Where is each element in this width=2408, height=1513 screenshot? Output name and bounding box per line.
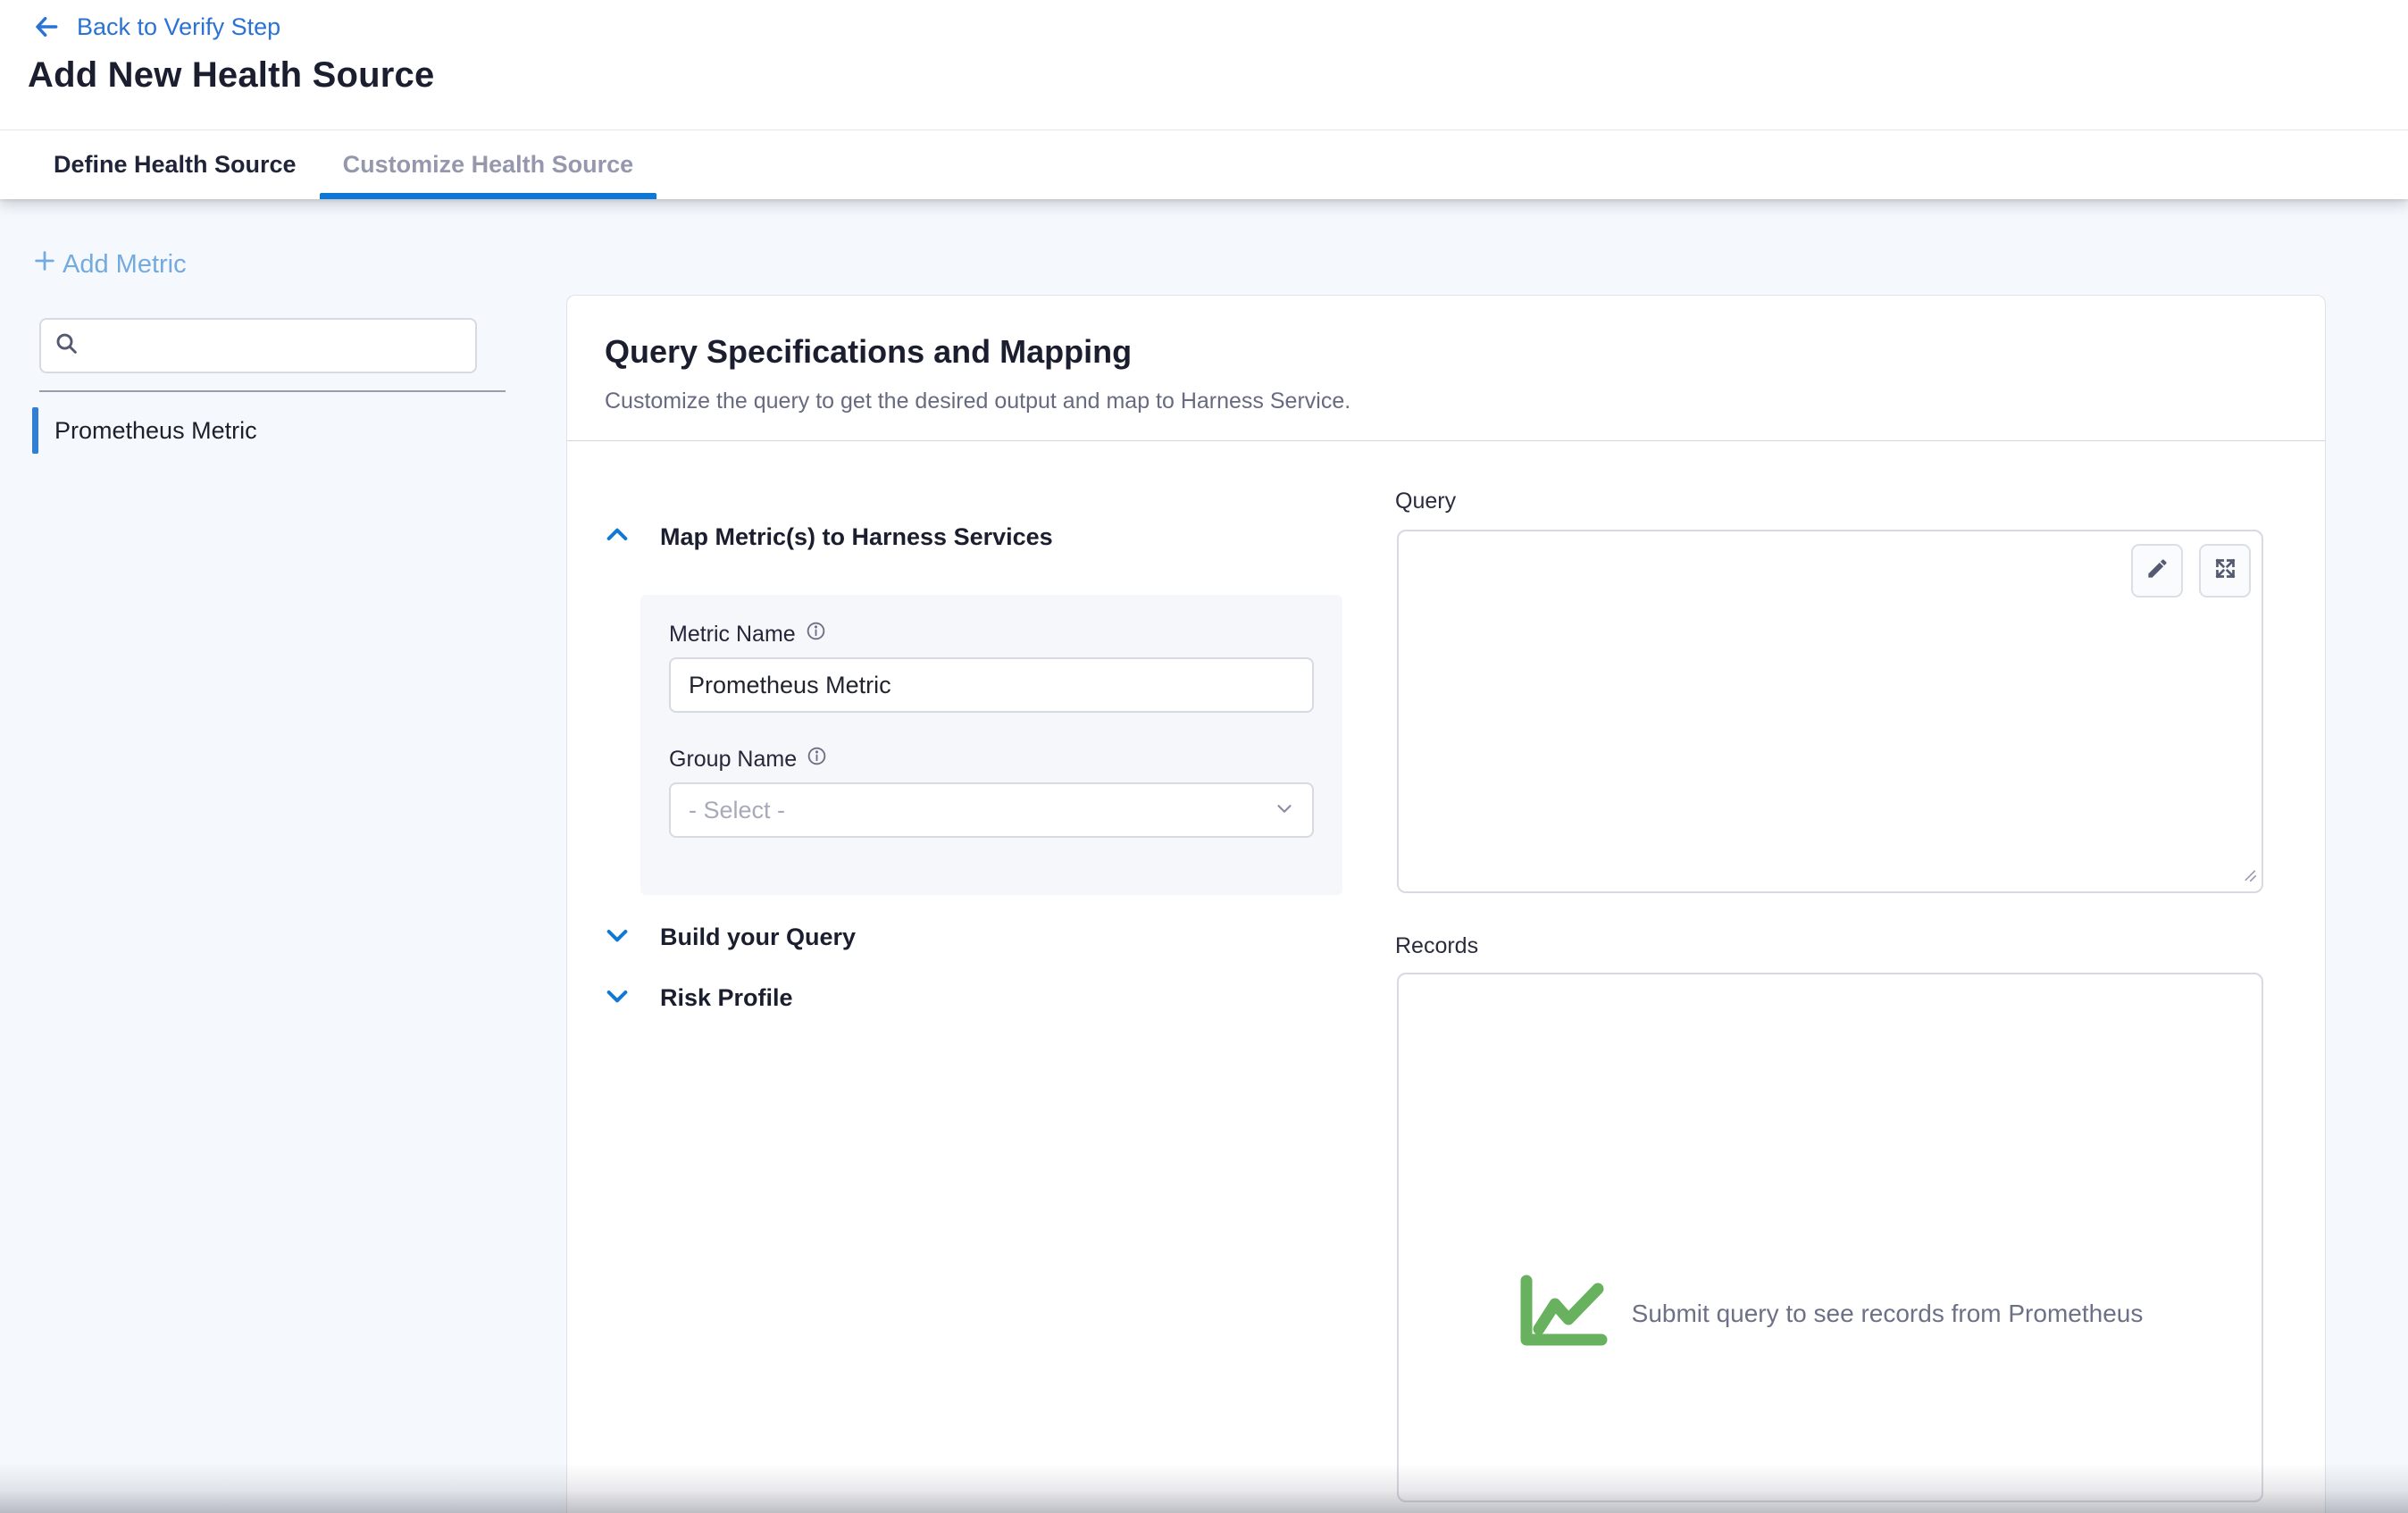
page-title: Add New Health Source bbox=[28, 55, 434, 96]
card-subtitle: Customize the query to get the desired o… bbox=[605, 389, 1350, 414]
sidebar-item-prometheus-metric[interactable]: Prometheus Metric bbox=[32, 403, 506, 458]
group-name-label: Group Name bbox=[669, 747, 797, 773]
section-map-metrics-title: Map Metric(s) to Harness Services bbox=[660, 523, 1053, 551]
expand-icon bbox=[2213, 556, 2237, 585]
plus-icon bbox=[32, 248, 57, 280]
metric-item-label: Prometheus Metric bbox=[54, 417, 257, 445]
group-name-placeholder: - Select - bbox=[689, 797, 785, 824]
query-specifications-card: Query Specifications and Mapping Customi… bbox=[566, 295, 2326, 1513]
add-metric-label: Add Metric bbox=[63, 250, 187, 280]
textarea-resize-handle[interactable] bbox=[2238, 864, 2258, 888]
sidebar-divider bbox=[39, 390, 506, 392]
info-icon[interactable] bbox=[806, 745, 828, 773]
chevron-down-icon bbox=[1273, 797, 1296, 824]
chevron-down-icon bbox=[603, 921, 631, 954]
metric-search-input[interactable] bbox=[89, 320, 475, 372]
back-link-label: Back to Verify Step bbox=[77, 13, 280, 41]
section-build-query-title: Build your Query bbox=[660, 924, 856, 951]
query-editor-box bbox=[1397, 530, 2263, 893]
group-name-select[interactable]: - Select - bbox=[669, 782, 1314, 838]
selected-indicator-bar bbox=[32, 407, 38, 454]
tab-define-health-source[interactable]: Define Health Source bbox=[30, 130, 320, 199]
expand-query-button[interactable] bbox=[2199, 544, 2251, 598]
section-map-metrics-header[interactable]: Map Metric(s) to Harness Services bbox=[603, 521, 1053, 554]
query-label: Query bbox=[1395, 489, 1456, 514]
section-risk-profile-title: Risk Profile bbox=[660, 984, 793, 1012]
add-health-source-page: Back to Verify Step Add New Health Sourc… bbox=[0, 0, 2408, 1513]
map-metrics-form-panel: Metric Name Group Name bbox=[640, 595, 1342, 895]
page-header: Back to Verify Step Add New Health Sourc… bbox=[0, 0, 2408, 130]
search-icon bbox=[54, 330, 80, 362]
info-icon[interactable] bbox=[805, 620, 827, 648]
metric-search-box bbox=[39, 318, 477, 373]
tab-customize-health-source[interactable]: Customize Health Source bbox=[320, 130, 657, 199]
chevron-down-icon bbox=[603, 982, 631, 1015]
records-empty-state: Submit query to see records from Prometh… bbox=[1518, 1274, 2144, 1353]
pencil-icon bbox=[2145, 556, 2170, 585]
card-title: Query Specifications and Mapping bbox=[605, 333, 1132, 371]
records-box: Submit query to see records from Prometh… bbox=[1397, 973, 2263, 1502]
health-source-tabbar: Define Health Source Customize Health So… bbox=[0, 130, 2408, 199]
records-label: Records bbox=[1395, 933, 1478, 959]
back-to-verify-step-link[interactable]: Back to Verify Step bbox=[32, 13, 280, 41]
metric-name-label: Metric Name bbox=[669, 622, 796, 648]
metric-name-label-row: Metric Name bbox=[669, 620, 827, 648]
section-risk-profile-header[interactable]: Risk Profile bbox=[603, 982, 793, 1015]
chevron-up-icon bbox=[603, 521, 631, 554]
query-actions bbox=[2131, 544, 2251, 598]
section-build-query-header[interactable]: Build your Query bbox=[603, 921, 856, 954]
content-area: Add Metric Prometheus Metric Query Speci… bbox=[0, 199, 2408, 1513]
metric-name-input[interactable] bbox=[669, 657, 1314, 713]
edit-query-button[interactable] bbox=[2131, 544, 2183, 598]
card-header-divider bbox=[567, 440, 2325, 441]
group-name-label-row: Group Name bbox=[669, 745, 828, 773]
line-chart-icon bbox=[1518, 1274, 1609, 1353]
records-empty-message: Submit query to see records from Prometh… bbox=[1632, 1300, 2144, 1328]
add-metric-button[interactable]: Add Metric bbox=[32, 248, 187, 280]
back-arrow-icon bbox=[32, 13, 61, 41]
